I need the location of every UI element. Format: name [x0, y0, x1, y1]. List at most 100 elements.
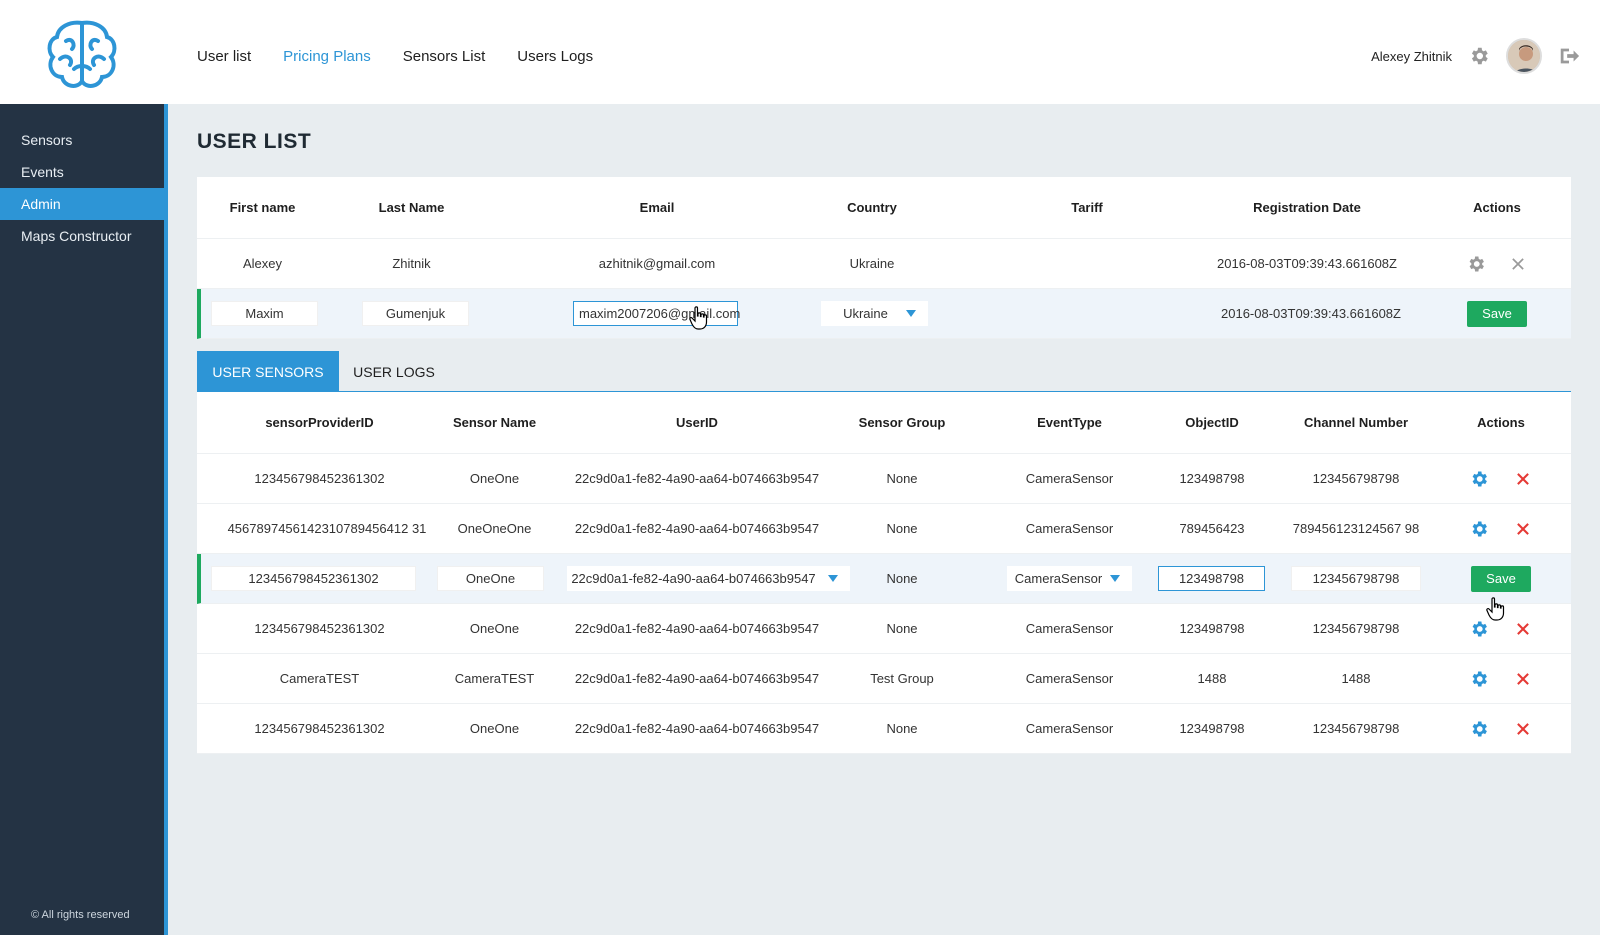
object-id-input[interactable]: 123498798 — [1158, 566, 1265, 591]
cell-registration-date: 2016-08-03T09:39:43.661608Z — [1221, 306, 1401, 321]
cell-object-id: 123498798 — [1179, 471, 1245, 486]
cell-actions: Save — [1451, 554, 1551, 603]
nav-users-logs[interactable]: Users Logs — [517, 48, 593, 65]
table-row: 123456798452361302 OneOne 22c9d0a1-fe82-… — [197, 704, 1571, 754]
cell-sensor-name: CameraTEST — [454, 671, 535, 686]
header-sensor-group: Sensor Group — [858, 415, 946, 430]
event-type-select-value: CameraSensor — [1014, 571, 1103, 586]
nav-user-list[interactable]: User list — [197, 48, 251, 65]
table-row-editing: 123456798452361302 OneOne 22c9d0a1-fe82-… — [197, 554, 1571, 604]
cell-country: Ukraine — [849, 256, 895, 271]
tab-user-logs[interactable]: USER LOGS — [339, 351, 449, 392]
sensor-name-input[interactable]: OneOne — [437, 566, 544, 591]
user-name: Alexey Zhitnik — [1371, 48, 1452, 64]
gear-icon[interactable] — [1465, 253, 1487, 275]
cell-sensor-provider-id: 123456798452361302 — [254, 621, 385, 636]
tab-user-sensors[interactable]: USER SENSORS — [197, 351, 339, 392]
user-id-select[interactable]: 22c9d0a1-fe82-4a90-aa64-b074663b9547 — [567, 566, 850, 591]
header-last-name: Last Name — [378, 200, 445, 215]
logout-icon[interactable] — [1558, 45, 1580, 67]
sidebar: Sensors Events Admin Maps Constructor © … — [0, 104, 168, 935]
country-select-value: Ukraine — [843, 306, 888, 321]
sensor-table: sensorProviderID Sensor Name UserID Sens… — [197, 392, 1571, 754]
user-area: Alexey Zhitnik — [1371, 38, 1580, 74]
table-row: CameraTEST CameraTEST 22c9d0a1-fe82-4a90… — [197, 654, 1571, 704]
cell-tariff — [1037, 239, 1137, 288]
cell-user-id: 22c9d0a1-fe82-4a90-aa64-b074663b9547 — [574, 521, 820, 536]
cell-last-name: Gumenjuk — [362, 289, 469, 338]
avatar[interactable] — [1506, 38, 1542, 74]
cell-sensor-name: OneOne — [437, 554, 544, 603]
cell-actions — [1447, 239, 1547, 288]
header-actions: Actions — [1473, 200, 1521, 215]
brain-logo-icon[interactable] — [44, 17, 120, 91]
email-input[interactable]: maxim2007206@gmail.com — [573, 301, 740, 326]
gear-icon[interactable] — [1468, 618, 1490, 640]
sidebar-menu: Sensors Events Admin Maps Constructor — [0, 124, 164, 252]
delete-icon[interactable] — [1512, 468, 1534, 490]
app-header: User list Pricing Plans Sensors List Use… — [0, 0, 1600, 104]
cell-sensor-name: OneOne — [469, 471, 520, 486]
gear-icon[interactable] — [1468, 518, 1490, 540]
sidebar-item-events[interactable]: Events — [0, 156, 164, 188]
header-channel-number: Channel Number — [1303, 415, 1408, 430]
cell-object-id: 1488 — [1197, 671, 1227, 686]
save-button[interactable]: Save — [1471, 565, 1531, 592]
user-table: First name Last Name Email Country Tarif… — [197, 177, 1571, 339]
save-button[interactable]: Save — [1467, 300, 1527, 327]
cell-actions — [1451, 654, 1551, 703]
sidebar-item-admin[interactable]: Admin — [0, 188, 164, 220]
chevron-down-icon — [1110, 575, 1120, 582]
chevron-down-icon — [906, 310, 916, 317]
header-tariff: Tariff — [1071, 200, 1103, 215]
table-row: 123456798452361302 OneOne 22c9d0a1-fe82-… — [197, 604, 1571, 654]
first-name-input[interactable]: Maxim — [211, 301, 318, 326]
table-row-editing: Maxim Gumenjuk maxim2007206@gmail.com Uk… — [197, 289, 1571, 339]
chevron-down-icon — [828, 575, 838, 582]
header-email: Email — [639, 200, 675, 215]
cell-first-name: Alexey — [242, 256, 283, 271]
cell-event-type: CameraSensor — [1025, 721, 1114, 736]
cell-sensor-name: OneOne — [469, 721, 520, 736]
gear-icon[interactable] — [1468, 668, 1490, 690]
gear-icon[interactable] — [1468, 718, 1490, 740]
header-event-type: EventType — [1037, 415, 1102, 430]
main-content: USER LIST First name Last Name Email Cou… — [168, 104, 1600, 935]
nav-pricing-plans[interactable]: Pricing Plans — [283, 48, 371, 65]
event-type-select[interactable]: CameraSensor — [1007, 566, 1132, 591]
cell-last-name: Zhitnik — [392, 256, 431, 271]
cell-event-type: CameraSensor — [1025, 521, 1114, 536]
page-title: USER LIST — [197, 130, 312, 153]
cell-user-id: 22c9d0a1-fe82-4a90-aa64-b074663b9547 — [574, 671, 820, 686]
sidebar-item-maps-constructor[interactable]: Maps Constructor — [0, 220, 164, 252]
close-icon[interactable] — [1507, 253, 1529, 275]
nav-sensors-list[interactable]: Sensors List — [403, 48, 486, 65]
sensor-provider-id-input[interactable]: 123456798452361302 — [211, 566, 416, 591]
table-row: Alexey Zhitnik azhitnik@gmail.com Ukrain… — [197, 239, 1571, 289]
channel-number-input[interactable]: 123456798798 — [1291, 566, 1421, 591]
cell-sensor-name: OneOne — [469, 621, 520, 636]
cell-sensor-group: Test Group — [870, 671, 934, 686]
delete-icon[interactable] — [1512, 718, 1534, 740]
header-actions: Actions — [1477, 415, 1525, 430]
cell-sensor-provider-id: 123456798452361302 — [211, 554, 416, 603]
cell-tariff — [1041, 289, 1141, 338]
cell-user-id: 22c9d0a1-fe82-4a90-aa64-b074663b9547 — [574, 471, 820, 486]
delete-icon[interactable] — [1512, 618, 1534, 640]
sidebar-item-sensors[interactable]: Sensors — [0, 124, 164, 156]
header-object-id: ObjectID — [1185, 415, 1239, 430]
delete-icon[interactable] — [1512, 518, 1534, 540]
table-row: 4567897456142310789456412 31 OneOneOne 2… — [197, 504, 1571, 554]
cell-user-id: 22c9d0a1-fe82-4a90-aa64-b074663b9547 — [567, 554, 850, 603]
cell-event-type: CameraSensor — [1025, 471, 1114, 486]
delete-icon[interactable] — [1512, 668, 1534, 690]
gear-icon[interactable] — [1468, 468, 1490, 490]
copyright: © All rights reserved — [31, 909, 130, 921]
gear-icon[interactable] — [1468, 45, 1490, 67]
country-select[interactable]: Ukraine — [821, 301, 928, 326]
table-header-row: sensorProviderID Sensor Name UserID Sens… — [197, 392, 1571, 454]
last-name-input[interactable]: Gumenjuk — [362, 301, 469, 326]
cell-sensor-group: None — [886, 471, 918, 486]
cell-object-id: 789456423 — [1179, 521, 1245, 536]
user-id-select-value: 22c9d0a1-fe82-4a90-aa64-b074663b9547 — [571, 571, 816, 586]
